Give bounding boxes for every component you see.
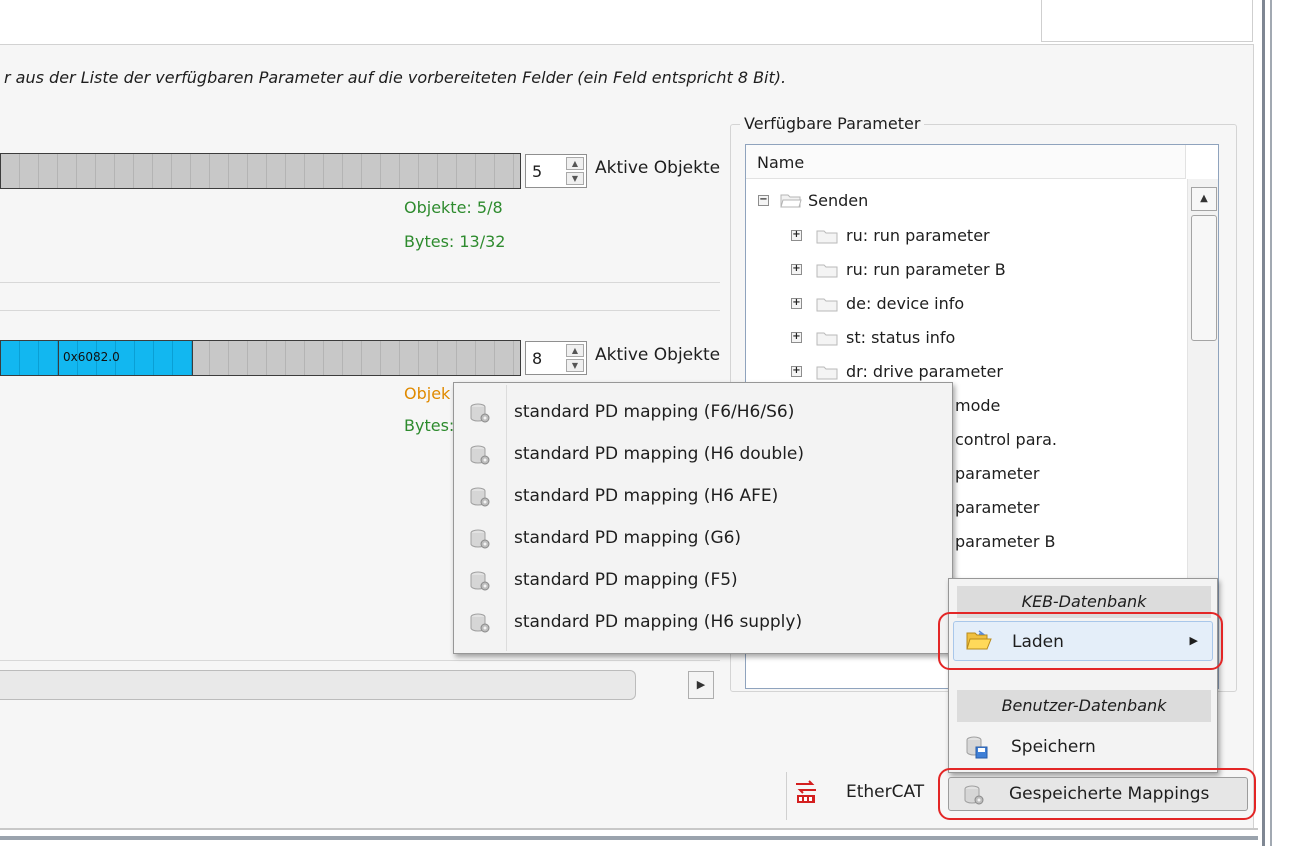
user-database-header: Benutzer-Datenbank — [957, 690, 1211, 722]
tree-node-label: parameter — [955, 464, 1040, 483]
mapped-segment[interactable] — [1, 341, 59, 375]
submenu-item-h6-double[interactable]: standard PD mapping (H6 double) — [456, 433, 950, 477]
submenu-item-label: standard PD mapping (F5) — [514, 570, 738, 590]
active-objects-value: 8 — [532, 349, 543, 368]
database-gear-icon — [470, 613, 490, 633]
window-edge — [1262, 0, 1300, 846]
active-objects-spinner-bottom[interactable]: 8 ▲ ▼ — [525, 341, 587, 375]
save-label: Speichern — [1011, 737, 1096, 757]
tree-node-label: ru: run parameter — [846, 226, 990, 245]
tree-node[interactable]: + de: device info — [746, 290, 1186, 320]
submenu-item-g6[interactable]: standard PD mapping (G6) — [456, 517, 950, 561]
expand-icon[interactable]: + — [791, 230, 802, 241]
tree-node[interactable]: + ru: run parameter — [746, 222, 1186, 252]
open-folder-icon — [780, 194, 802, 208]
database-save-icon — [966, 736, 988, 759]
tree-node-label: Senden — [808, 191, 869, 210]
submenu-item-label: standard PD mapping (G6) — [514, 528, 742, 548]
tree-node-label: dr: drive parameter — [846, 362, 1003, 381]
submenu-item-f5[interactable]: standard PD mapping (F5) — [456, 559, 950, 603]
tree-node-label: mode — [955, 396, 1001, 415]
submenu-item-h6-supply[interactable]: standard PD mapping (H6 supply) — [456, 601, 950, 645]
expand-icon[interactable]: + — [791, 298, 802, 309]
section-divider — [0, 282, 720, 283]
vertical-scrollbar-thumb[interactable] — [1191, 215, 1217, 341]
column-header-name[interactable]: Name — [746, 145, 1186, 179]
submenu-item-label: standard PD mapping (H6 double) — [514, 444, 805, 464]
window-border — [1270, 0, 1272, 846]
expand-icon[interactable]: + — [791, 264, 802, 275]
window-border — [1262, 0, 1265, 846]
group-title: Verfügbare Parameter — [740, 114, 925, 133]
tree-node[interactable]: + ru: run parameter B — [746, 256, 1186, 286]
database-gear-icon — [470, 529, 490, 549]
spin-down-icon[interactable]: ▼ — [566, 172, 584, 185]
bytes-count: Bytes: 13/32 — [404, 232, 506, 251]
tree-node-label: de: device info — [846, 294, 965, 313]
ethercat-keb-icon — [796, 780, 816, 803]
submenu-item-label: standard PD mapping (H6 supply) — [514, 612, 803, 632]
section-divider — [0, 310, 720, 311]
folder-icon — [816, 332, 838, 346]
top-field-box — [1041, 0, 1253, 42]
database-gear-icon — [470, 403, 490, 423]
status-divider — [786, 772, 787, 820]
objects-count: Objekte: 5/8 — [404, 198, 503, 217]
database-gear-icon — [470, 571, 490, 591]
active-objects-label: Aktive Objekte — [595, 158, 721, 178]
tree-node[interactable]: + st: status info — [746, 324, 1186, 354]
segment-label: 0x6082.0 — [63, 350, 120, 364]
expand-icon[interactable]: + — [791, 332, 802, 343]
mappings-context-menu: KEB-Datenbank Laden ▶ Benutzer-Datenbank… — [948, 578, 1218, 773]
instruction-text: r aus der Liste der verfügbaren Paramete… — [4, 68, 787, 87]
database-gear-icon — [470, 487, 490, 507]
tree-node-senden[interactable]: − Senden — [746, 187, 1186, 217]
spin-up-icon[interactable]: ▲ — [566, 157, 584, 170]
folder-icon — [816, 264, 838, 278]
tree-node-label: parameter B — [955, 532, 1056, 551]
submenu-item-h6-afe[interactable]: standard PD mapping (H6 AFE) — [456, 475, 950, 519]
scroll-right-icon[interactable]: ▶ — [688, 671, 714, 699]
scroll-up-icon[interactable]: ▲ — [1191, 187, 1217, 211]
active-objects-value: 5 — [532, 162, 543, 181]
divider — [0, 828, 1258, 830]
highlight-ring-load — [938, 612, 1223, 670]
spin-down-icon[interactable]: ▼ — [566, 359, 584, 372]
protocol-label: EtherCAT — [846, 782, 925, 802]
folder-icon — [816, 230, 838, 244]
save-menu-item[interactable]: Speichern — [953, 727, 1213, 767]
active-objects-spinner-top[interactable]: 5 ▲ ▼ — [525, 154, 587, 188]
bytes-count: Bytes: — [404, 416, 455, 435]
active-objects-label: Aktive Objekte — [595, 345, 721, 365]
column-header-label: Name — [757, 153, 805, 172]
pdo-mapping-bar-bottom[interactable]: 0x6082.0 — [0, 340, 521, 376]
tree-node-label: ru: run parameter B — [846, 260, 1006, 279]
highlight-ring-saved-mappings — [938, 768, 1256, 820]
spin-up-icon[interactable]: ▲ — [566, 344, 584, 357]
expand-icon[interactable]: + — [791, 366, 802, 377]
tree-node-label: parameter — [955, 498, 1040, 517]
submenu-item-f6-h6-s6[interactable]: standard PD mapping (F6/H6/S6) — [456, 391, 950, 435]
database-gear-icon — [470, 445, 490, 465]
divider — [0, 836, 1258, 840]
horizontal-scrollbar-thumb[interactable] — [0, 670, 636, 700]
section-divider — [0, 660, 720, 661]
folder-icon — [816, 298, 838, 312]
collapse-icon[interactable]: − — [758, 195, 769, 206]
tree-node-label: st: status info — [846, 328, 956, 347]
load-submenu: standard PD mapping (F6/H6/S6) standard … — [453, 382, 953, 654]
submenu-item-label: standard PD mapping (F6/H6/S6) — [514, 402, 795, 422]
submenu-item-label: standard PD mapping (H6 AFE) — [514, 486, 779, 506]
tree-node-label: control para. — [955, 430, 1057, 449]
objects-count: Objek — [404, 384, 451, 403]
folder-icon — [816, 366, 838, 380]
pdo-mapping-bar-top[interactable] — [0, 153, 521, 189]
mapped-segment[interactable]: 0x6082.0 — [59, 341, 193, 375]
